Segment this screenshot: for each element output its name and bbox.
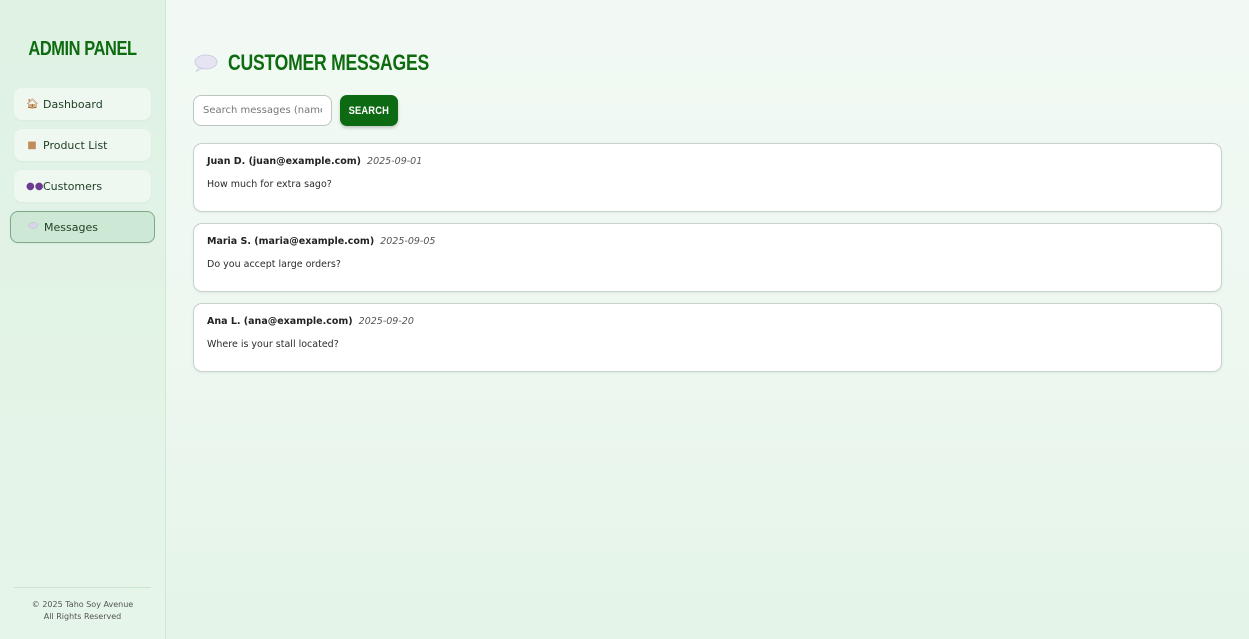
sidebar-nav: 🏠︎ Dashboard ■ Product List ●● Customers… [0,88,165,243]
footer-copyright: © 2025 Taho Soy Avenue [31,600,134,609]
house-icon: 🏠︎ [26,98,39,110]
box-icon: ■ [27,139,37,151]
message-header: Ana L. (ana@example.com) 2025-09-20 [207,316,1208,327]
sidebar-item-dashboard[interactable]: 🏠︎ Dashboard [14,88,151,120]
message-date: 2025-09-20 [358,316,414,327]
admin-app: ADMIN PANEL 🏠︎ Dashboard ■ Product List … [0,0,1249,639]
brand-title: ADMIN PANEL [28,38,137,60]
message-sender: Juan D. (juan@example.com) [207,156,362,167]
message-date: 2025-09-01 [367,156,423,167]
message-body: How much for extra sago? [207,179,332,190]
message-card: Ana L. (ana@example.com) 2025-09-20 Wher… [193,303,1222,372]
sidebar-item-label: Product List [43,138,108,152]
footer-rights: All Rights Reserved [43,612,122,621]
sidebar-item-messages[interactable]: Messages [10,211,155,243]
message-list: Juan D. (juan@example.com) 2025-09-01 Ho… [193,143,1222,372]
speech-bubble-icon [27,221,39,233]
search-button[interactable]: SEARCH [340,95,398,126]
message-date: 2025-09-05 [380,236,436,247]
sidebar-item-label: Customers [43,179,103,193]
page-title: CUSTOMER MESSAGES [228,50,429,75]
sidebar-item-label: Messages [44,220,98,234]
message-body: Where is your stall located? [207,339,339,350]
search-bar: SEARCH [193,95,1222,126]
message-sender: Maria S. (maria@example.com) [207,236,375,247]
speech-bubble-icon [193,54,219,72]
people-icon: ●● [26,180,44,192]
sidebar-item-product-list[interactable]: ■ Product List [14,129,151,161]
search-button-label: SEARCH [348,104,390,117]
main-content: CUSTOMER MESSAGES SEARCH Juan D. (juan@e… [166,0,1249,639]
sidebar-footer: © 2025 Taho Soy Avenue All Rights Reserv… [14,587,151,623]
page-header: CUSTOMER MESSAGES [193,48,1222,78]
search-input[interactable] [193,95,332,126]
sidebar-item-label: Dashboard [43,97,103,111]
message-card: Juan D. (juan@example.com) 2025-09-01 Ho… [193,143,1222,212]
message-card: Maria S. (maria@example.com) 2025-09-05 … [193,223,1222,292]
message-header: Juan D. (juan@example.com) 2025-09-01 [207,156,1208,167]
sidebar-item-customers[interactable]: ●● Customers [14,170,151,202]
sidebar: ADMIN PANEL 🏠︎ Dashboard ■ Product List … [0,0,166,639]
message-sender: Ana L. (ana@example.com) [207,316,353,327]
message-body: Do you accept large orders? [207,259,341,270]
message-header: Maria S. (maria@example.com) 2025-09-05 [207,236,1208,247]
